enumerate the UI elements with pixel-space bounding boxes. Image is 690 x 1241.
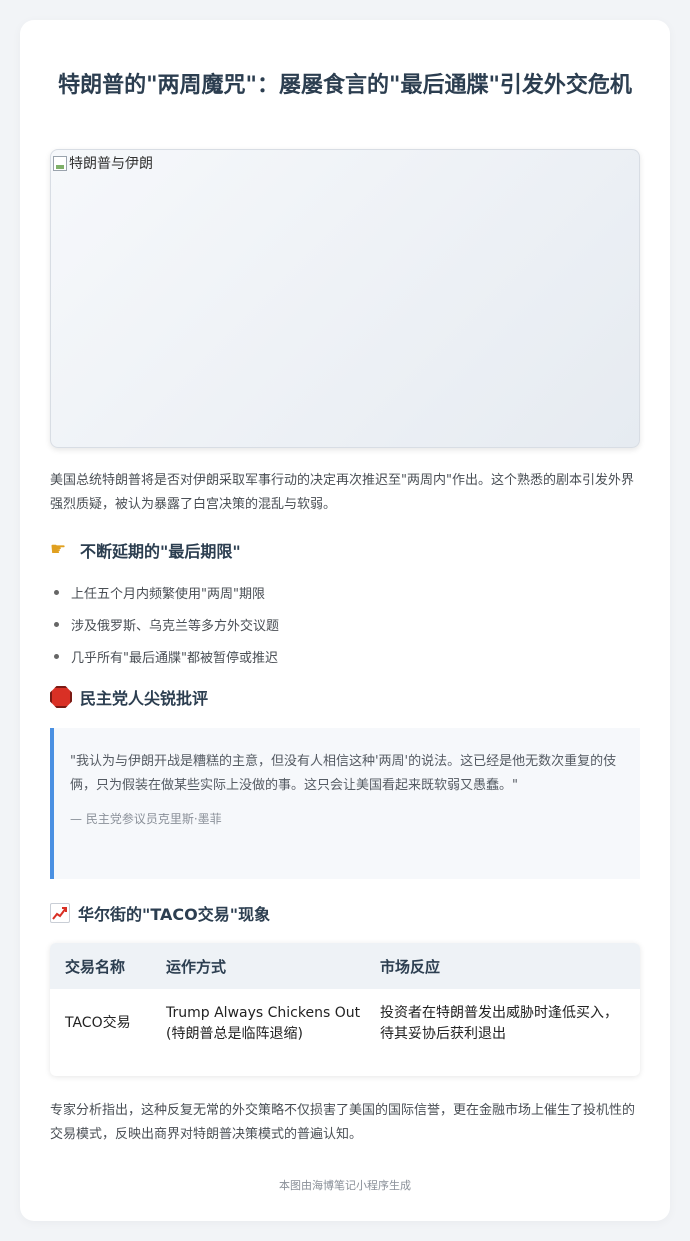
reaction-line-2: 待其妥协后获利退出	[380, 1026, 506, 1042]
chart-increasing-icon	[50, 903, 70, 923]
list-item: 涉及俄罗斯、乌克兰等多方外交议题	[54, 608, 634, 640]
hero-image-alt: 特朗普与伊朗	[53, 153, 153, 173]
bullet-dot	[54, 653, 59, 659]
hero-image: 特朗普与伊朗	[50, 149, 640, 448]
quote-source: — 民主党参议员克里斯·墨菲	[70, 812, 222, 826]
column-header: 运作方式	[166, 957, 227, 976]
broken-image-icon	[53, 155, 67, 171]
chart-increasing-glyph	[52, 907, 67, 920]
bullet-dot	[54, 621, 59, 627]
conclusion-paragraph: 专家分析指出，这种反复无常的外交策略不仅损害了美国的国际信誉，更在金融市场上催生…	[50, 1103, 636, 1142]
table-cell-reaction: 投资者在特朗普发出威胁时逢低买入， 待其妥协后获利退出	[365, 1003, 640, 1045]
table-row: TACO交易 Trump Always Chickens Out (特朗普总是临…	[50, 989, 640, 1045]
stop-sign-icon	[50, 686, 72, 708]
section-heading-text: 华尔街的"TACO交易"现象	[78, 905, 271, 924]
quote-text: "我认为与伊朗开战是糟糕的主意，但没有人相信这种'两周'的说法。这已经是他无数次…	[70, 754, 617, 793]
method-english: Trump Always Chickens Out	[166, 1005, 361, 1021]
deadline-list: 上任五个月内频繁使用"两周"期限 涉及俄罗斯、乌克兰等多方外交议题 几乎所有"最…	[54, 576, 634, 672]
section-heading-criticism: 民主党人尖锐批评	[50, 685, 208, 709]
quote-block: "我认为与伊朗开战是糟糕的主意，但没有人相信这种'两周'的说法。这已经是他无数次…	[50, 728, 640, 879]
section-heading-deadlines: ☛ 不断延期的"最后期限"	[50, 538, 241, 562]
column-header: 交易名称	[65, 957, 126, 976]
column-header: 市场反应	[380, 957, 441, 976]
hero-image-alt-text: 特朗普与伊朗	[69, 156, 153, 172]
section-heading-taco: 华尔街的"TACO交易"现象	[50, 901, 270, 925]
taco-table: 交易名称 运作方式 市场反应 TACO交易 Trump Always Chick…	[50, 943, 640, 1076]
section-heading-text: 民主党人尖锐批评	[80, 689, 209, 708]
list-item: 上任五个月内频繁使用"两周"期限	[54, 576, 634, 608]
article-card: 特朗普的"两周魔咒"：屡屡食言的"最后通牒"引发外交危机 特朗普与伊朗 美国总统…	[20, 20, 670, 1221]
table-header-row: 交易名称 运作方式 市场反应	[50, 943, 640, 989]
list-item: 几乎所有"最后通牒"都被暂停或推迟	[54, 640, 634, 672]
intro-paragraph: 美国总统特朗普将是否对伊朗采取军事行动的决定再次推迟至"两周内"作出。这个熟悉的…	[50, 473, 634, 512]
method-chinese: (特朗普总是临阵退缩)	[166, 1026, 303, 1042]
list-item-text: 几乎所有"最后通牒"都被暂停或推迟	[71, 650, 278, 666]
reaction-line-1: 投资者在特朗普发出威胁时逢低买入，	[380, 1005, 618, 1021]
table-cell-name: TACO交易	[65, 1015, 131, 1031]
footer-note: 本图由海博笔记小程序生成	[279, 1179, 411, 1192]
table-cell-method: Trump Always Chickens Out (特朗普总是临阵退缩)	[151, 1003, 365, 1045]
bullet-dot	[54, 589, 59, 595]
pointing-hand-icon: ☛	[50, 539, 67, 560]
list-item-text: 涉及俄罗斯、乌克兰等多方外交议题	[71, 618, 280, 634]
article-title: 特朗普的"两周魔咒"：屡屡食言的"最后通牒"引发外交危机	[58, 73, 632, 98]
list-item-text: 上任五个月内频繁使用"两周"期限	[71, 586, 265, 602]
section-heading-text: 不断延期的"最后期限"	[80, 542, 241, 561]
